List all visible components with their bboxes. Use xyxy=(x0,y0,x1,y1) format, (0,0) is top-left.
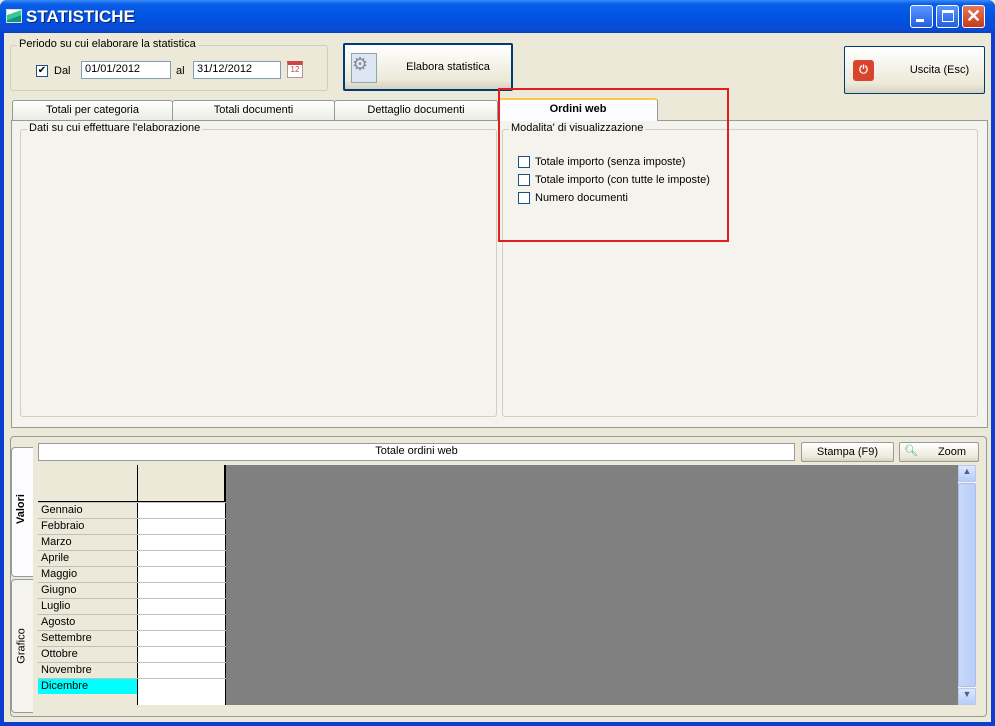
results-grid: Gennaio Febbraio Marzo Aprile Maggio Giugno Lu… xyxy=(38,465,958,705)
month-cell[interactable]: Marzo xyxy=(38,535,138,551)
side-tab-valori[interactable]: Valori xyxy=(11,447,33,577)
value-cell[interactable] xyxy=(138,551,226,567)
value-cell[interactable] xyxy=(138,535,226,551)
scroll-down-button[interactable]: ▼ xyxy=(958,688,976,705)
month-cell[interactable]: Novembre xyxy=(38,663,138,679)
table-row[interactable]: Novembre xyxy=(38,662,226,679)
month-cell[interactable]: Febbraio xyxy=(38,519,138,535)
tab-totali-per-categoria[interactable]: Totali per categoria xyxy=(12,100,173,120)
month-cell[interactable]: Luglio xyxy=(38,599,138,615)
scroll-thumb[interactable] xyxy=(958,483,976,687)
table-row[interactable]: Giugno xyxy=(38,582,226,599)
month-cell[interactable]: Gennaio xyxy=(38,503,138,519)
vertical-scrollbar[interactable]: ▲ ▼ xyxy=(958,465,976,705)
month-cell[interactable]: Giugno xyxy=(38,583,138,599)
tab-dettaglio-documenti[interactable]: Dettaglio documenti xyxy=(334,100,498,120)
elabora-button[interactable]: ⚙ Elabora statistica xyxy=(343,43,513,91)
zoom-label: Zoom xyxy=(937,446,967,458)
title-bar[interactable]: STATISTICHE ✕ xyxy=(0,0,995,33)
table-row[interactable]: Settembre xyxy=(38,630,226,647)
zoom-button[interactable]: 🔍︎ Zoom xyxy=(899,442,979,462)
highlight-box xyxy=(498,88,729,242)
month-cell[interactable]: Aprile xyxy=(38,551,138,567)
month-cell[interactable]: Settembre xyxy=(38,631,138,647)
from-label: Dal xyxy=(54,65,71,77)
table-row[interactable]: Dicembre xyxy=(38,678,226,695)
table-row[interactable]: Agosto xyxy=(38,614,226,631)
scroll-up-button[interactable]: ▲ xyxy=(958,465,976,482)
table-row[interactable]: Gennaio xyxy=(38,502,226,519)
window-title: STATISTICHE xyxy=(26,7,135,26)
value-cell[interactable] xyxy=(138,631,226,647)
calendar-icon[interactable]: 12 xyxy=(287,61,303,78)
period-group-label: Periodo su cui elaborare la statistica xyxy=(17,38,198,50)
table-row[interactable]: Maggio xyxy=(38,566,226,583)
exit-button[interactable]: ⏻ Uscita (Esc) xyxy=(844,46,985,94)
exit-label: Uscita (Esc) xyxy=(909,64,970,76)
value-cell[interactable] xyxy=(138,583,226,599)
elabora-label: Elabora statistica xyxy=(406,61,490,73)
table-row[interactable]: Aprile xyxy=(38,550,226,567)
period-group: Periodo su cui elaborare la statistica ✔… xyxy=(10,38,328,91)
value-cell[interactable] xyxy=(138,647,226,663)
value-cell[interactable] xyxy=(138,503,226,519)
to-date-input[interactable]: 31/12/2012 xyxy=(193,61,281,79)
table-row[interactable]: Marzo xyxy=(38,534,226,551)
value-cell[interactable] xyxy=(138,599,226,615)
month-cell[interactable]: Dicembre xyxy=(38,679,138,695)
gear-icon: ⚙ xyxy=(351,53,377,83)
to-label: al xyxy=(176,65,185,77)
window: STATISTICHE ✕ Periodo su cui elaborare l… xyxy=(0,0,995,726)
client-area: Periodo su cui elaborare la statistica ✔… xyxy=(4,33,991,722)
from-checkbox[interactable]: ✔ xyxy=(36,65,48,77)
magnifier-icon: 🔍︎ xyxy=(904,445,918,457)
data-group: Dati su cui effettuare l'elaborazione xyxy=(20,122,497,417)
close-button[interactable]: ✕ xyxy=(962,5,985,28)
tab-totali-documenti[interactable]: Totali documenti xyxy=(172,100,335,120)
grid-corner-header xyxy=(38,465,138,502)
month-cell[interactable]: Maggio xyxy=(38,567,138,583)
month-cell[interactable]: Agosto xyxy=(38,615,138,631)
minimize-button[interactable] xyxy=(910,5,933,28)
power-icon: ⏻ xyxy=(853,60,874,81)
value-cell[interactable] xyxy=(138,615,226,631)
value-cell[interactable] xyxy=(138,679,226,695)
app-icon xyxy=(6,9,22,23)
table-row[interactable]: Febbraio xyxy=(38,518,226,535)
grid-column-header xyxy=(138,465,226,502)
close-icon: ✕ xyxy=(965,6,982,26)
value-cell[interactable] xyxy=(138,663,226,679)
maximize-button[interactable] xyxy=(936,5,959,28)
print-button[interactable]: Stampa (F9) xyxy=(801,442,894,462)
table-row[interactable]: Luglio xyxy=(38,598,226,615)
side-tab-grafico[interactable]: Grafico xyxy=(11,579,33,713)
value-cell[interactable] xyxy=(138,567,226,583)
table-row[interactable]: Ottobre xyxy=(38,646,226,663)
data-group-label: Dati su cui effettuare l'elaborazione xyxy=(27,122,203,134)
from-date-input[interactable]: 01/01/2012 xyxy=(81,61,171,79)
month-cell[interactable]: Ottobre xyxy=(38,647,138,663)
results-title-field: Totale ordini web xyxy=(38,443,795,461)
value-cell[interactable] xyxy=(138,519,226,535)
results-panel: Valori Grafico Totale ordini web Stampa … xyxy=(10,436,987,717)
